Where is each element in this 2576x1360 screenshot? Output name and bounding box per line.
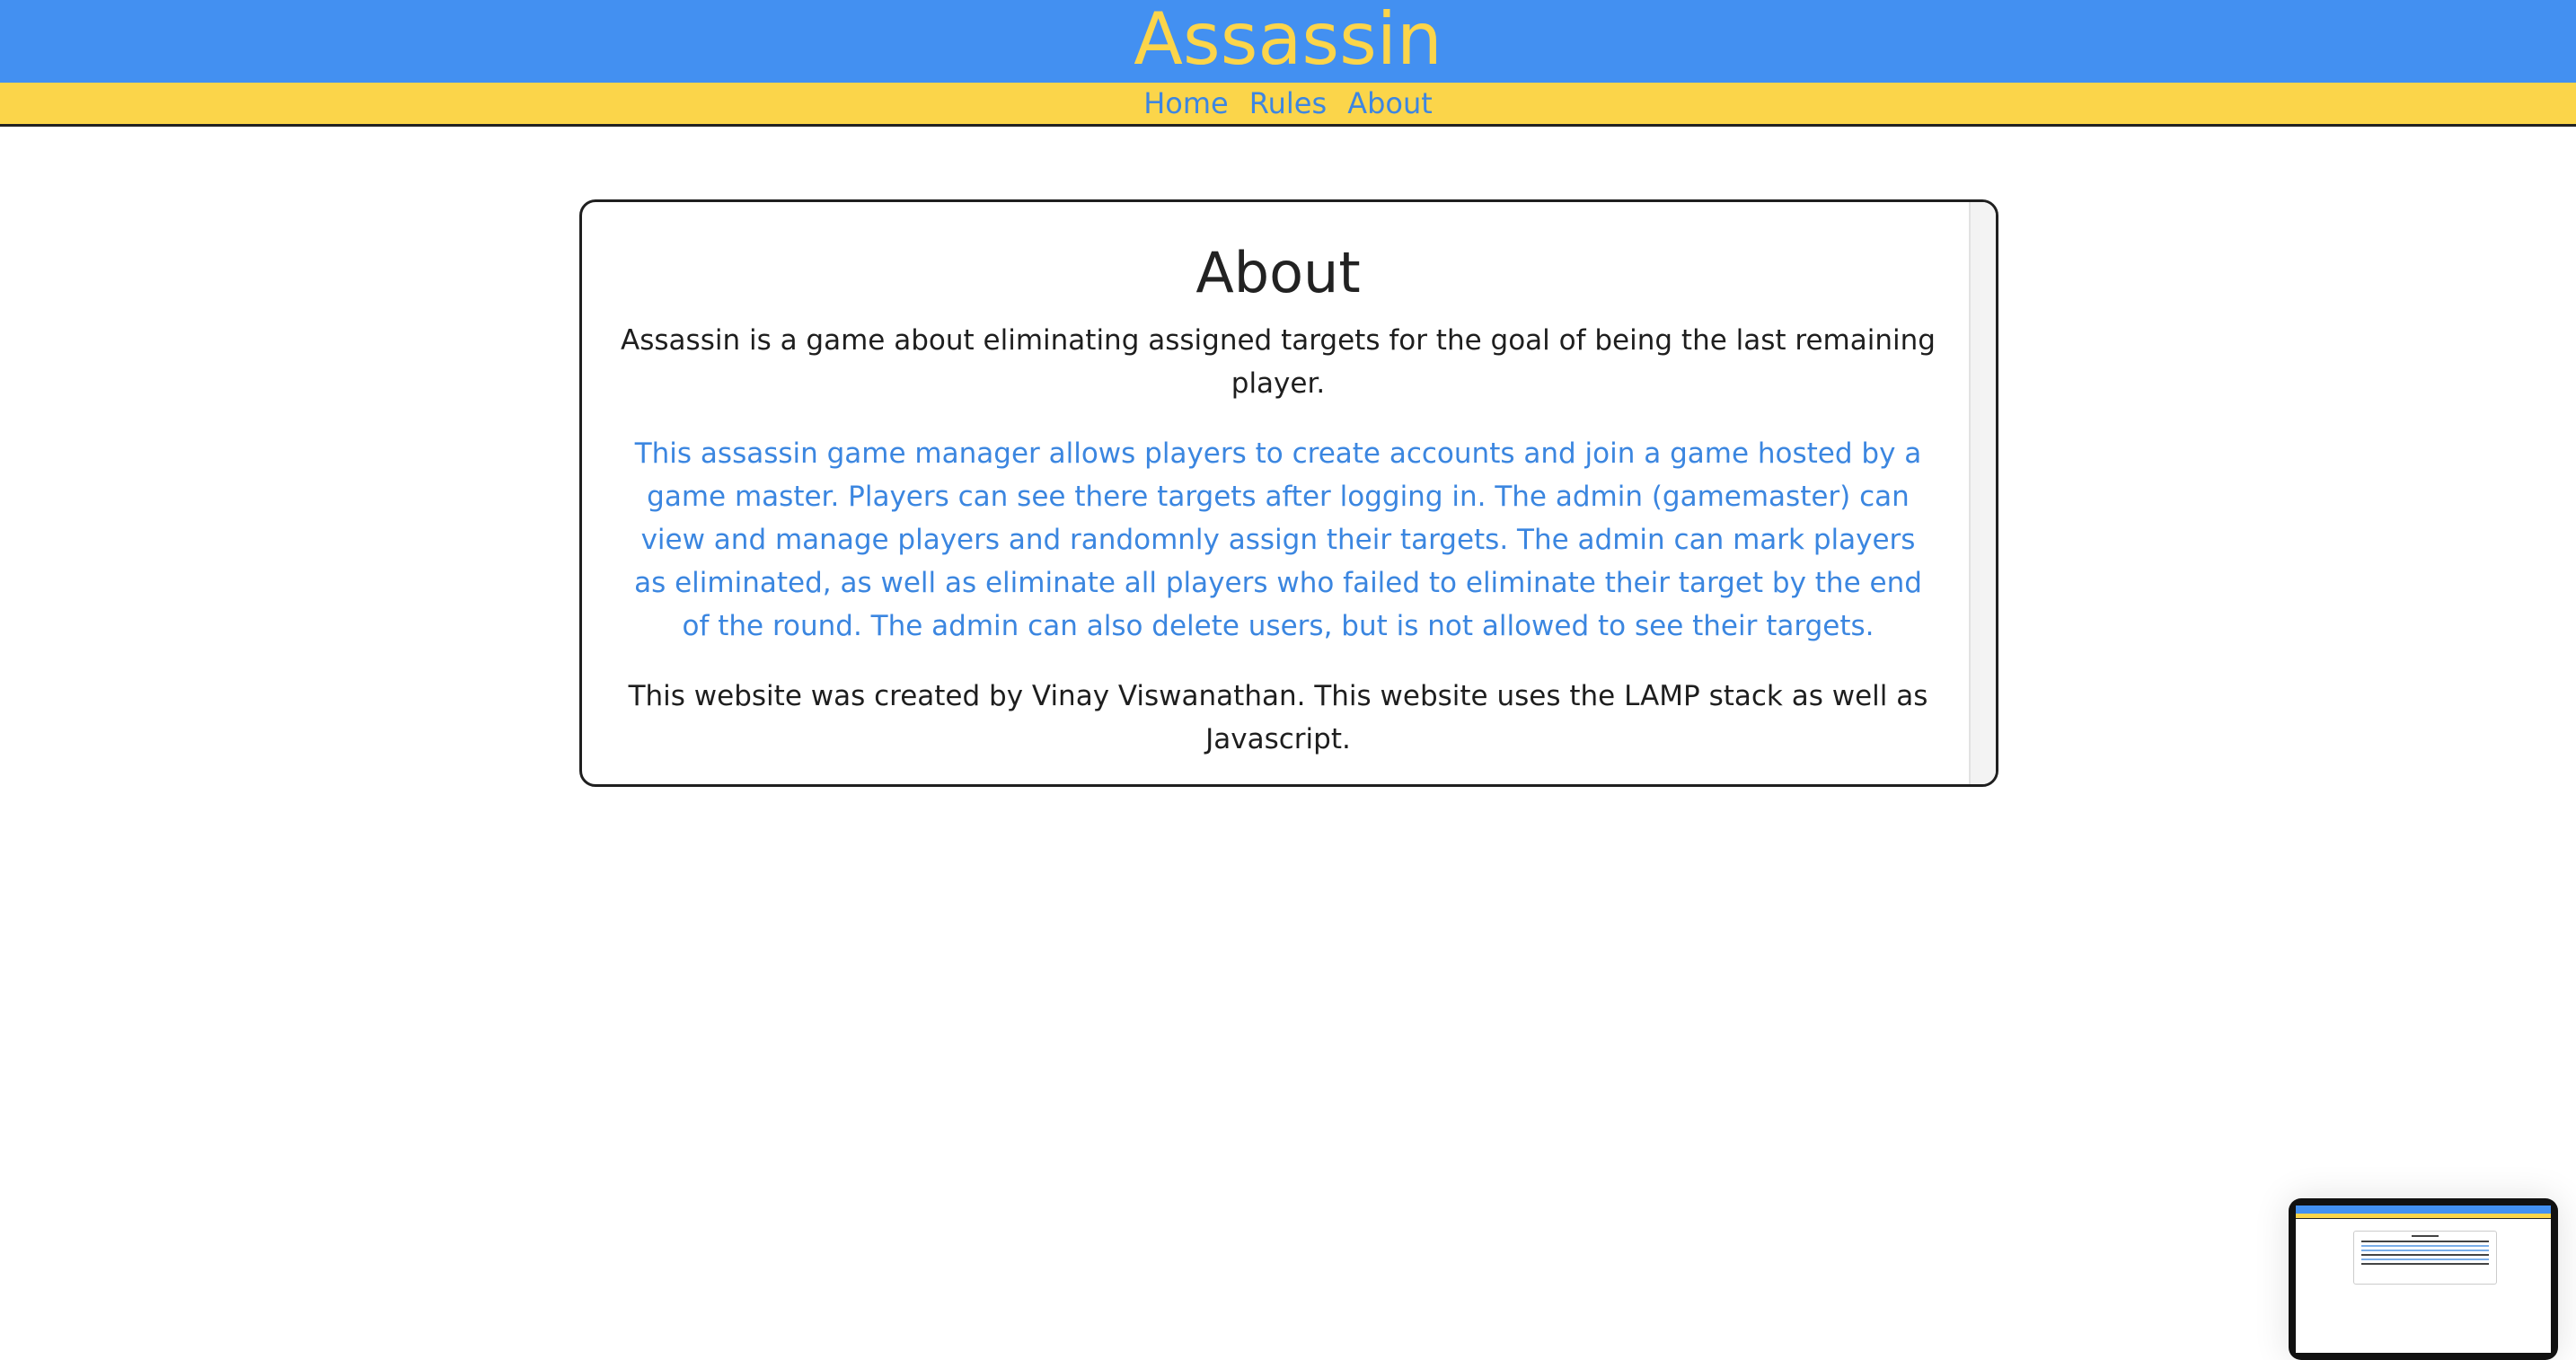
nav-link-home[interactable]: Home	[1135, 83, 1237, 124]
about-credit-text: This website was created by Vinay Viswan…	[628, 680, 1928, 755]
thumbnail-title-line	[2412, 1235, 2439, 1237]
thumbnail-text-line	[2361, 1250, 2489, 1251]
thumbnail-text-line	[2361, 1241, 2489, 1242]
site-title: Assassin	[1134, 0, 1442, 81]
site-header: Assassin	[0, 0, 2576, 83]
thumbnail-card	[2353, 1231, 2497, 1285]
thumbnail-text-line	[2361, 1258, 2489, 1260]
thumbnail-nav	[2296, 1214, 2551, 1219]
page-title: About	[1195, 240, 1361, 305]
window-preview-thumbnail[interactable]	[2289, 1198, 2558, 1360]
nav-bar: Home Rules About	[0, 83, 2576, 127]
about-card: About Assassin is a game about eliminati…	[579, 199, 1998, 787]
thumbnail-text-line	[2361, 1254, 2489, 1256]
about-card-content: About Assassin is a game about eliminati…	[582, 202, 1974, 761]
nav-link-rules[interactable]: Rules	[1241, 83, 1335, 124]
thumbnail-header	[2296, 1205, 2551, 1214]
thumbnail-text-line	[2361, 1263, 2489, 1265]
about-description-text: This assassin game manager allows player…	[634, 437, 1922, 642]
thumbnail-text-line	[2361, 1245, 2489, 1247]
nav-link-about[interactable]: About	[1339, 83, 1441, 124]
card-scrollbar[interactable]	[1969, 202, 1996, 784]
about-intro-text: Assassin is a game about eliminating ass…	[621, 324, 1936, 400]
thumbnail-screen	[2296, 1205, 2551, 1353]
